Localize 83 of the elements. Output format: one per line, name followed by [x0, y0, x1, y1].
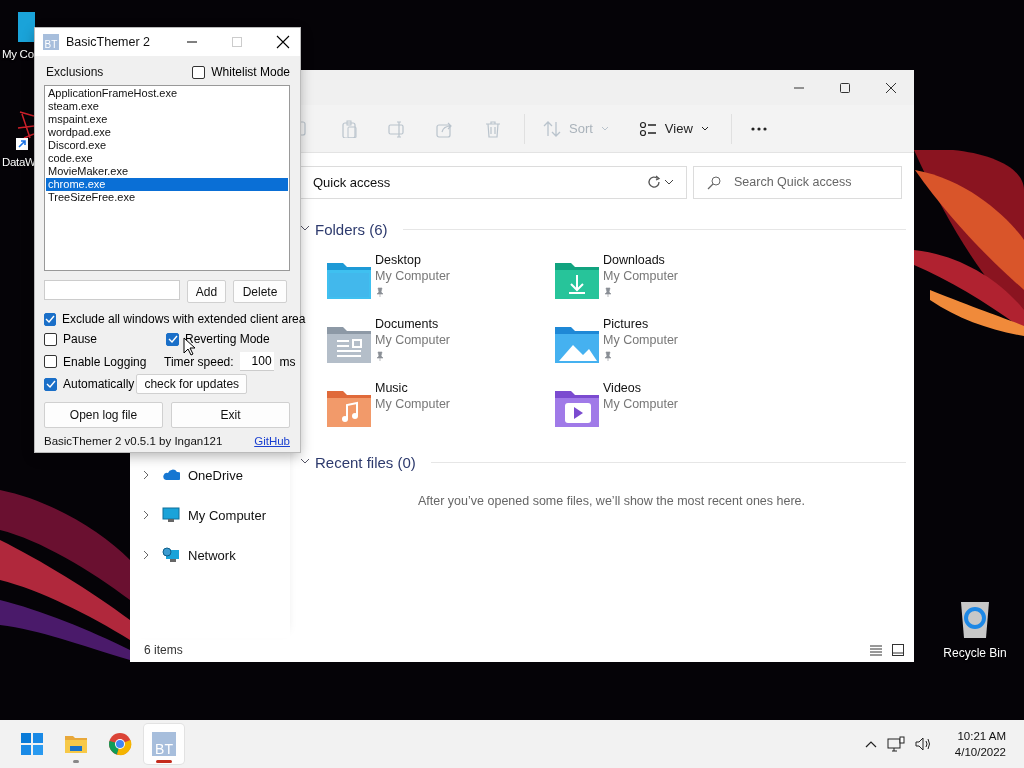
- chevron-right-icon[interactable]: [142, 470, 150, 480]
- network-icon[interactable]: [886, 736, 905, 752]
- exit-button[interactable]: Exit: [171, 402, 290, 428]
- list-item[interactable]: code.exe: [46, 152, 288, 165]
- shortcut-icon[interactable]: [14, 108, 34, 152]
- nav-item[interactable]: OneDrive: [130, 455, 290, 495]
- status-text: 6 items: [144, 643, 184, 657]
- checkbox[interactable]: [44, 312, 56, 326]
- section-title: Recent files (0): [315, 453, 416, 471]
- folder-tile[interactable]: Videos My Computer: [553, 380, 781, 444]
- caret-icon: [700, 125, 709, 132]
- close-icon[interactable]: [885, 81, 897, 94]
- list-item[interactable]: mspaint.exe: [46, 113, 288, 126]
- list-item[interactable]: MovieMaker.exe: [46, 165, 288, 178]
- checkbox[interactable]: [192, 65, 206, 79]
- check-updates-button[interactable]: check for updates: [136, 374, 248, 394]
- checkbox-label[interactable]: Enable Logging: [63, 354, 147, 369]
- section-title: Folders (6): [315, 220, 388, 238]
- view-button[interactable]: View: [638, 119, 709, 138]
- checkbox[interactable]: [44, 332, 57, 346]
- folder-tile[interactable]: Pictures My Computer: [553, 316, 781, 380]
- tiles-view-icon[interactable]: [892, 644, 904, 656]
- details-view-icon[interactable]: [870, 644, 882, 656]
- version-text: BasicThemer 2 v0.5.1 by Ingan121: [44, 435, 223, 447]
- sort-icon: [543, 119, 561, 138]
- network-icon: [162, 546, 180, 564]
- search-field[interactable]: Search Quick access: [693, 165, 902, 199]
- chevron-right-icon[interactable]: [142, 550, 150, 560]
- checkbox-label[interactable]: Reverting Mode: [185, 332, 270, 346]
- list-item[interactable]: chrome.exe: [46, 178, 288, 191]
- section-label: Exclusions: [45, 65, 104, 79]
- monitor-icon[interactable]: [18, 10, 35, 44]
- nav-item[interactable]: My Computer: [130, 495, 290, 535]
- close-icon[interactable]: [276, 35, 290, 49]
- clock-date[interactable]: 4/10/2022: [954, 744, 1006, 760]
- add-button[interactable]: Add: [187, 280, 226, 303]
- chevron-down-icon[interactable]: [664, 179, 674, 185]
- text-field[interactable]: [44, 280, 180, 300]
- list-item[interactable]: TreeSizeFree.exe: [46, 191, 288, 204]
- checkbox[interactable]: [44, 355, 57, 368]
- app-logo: BT: [43, 34, 59, 50]
- checkbox-label[interactable]: Automatically: [63, 377, 135, 391]
- number-field[interactable]: 100: [239, 352, 274, 371]
- window-title: BasicThemer 2: [66, 35, 152, 49]
- github-link[interactable]: GitHub: [254, 435, 290, 447]
- chevron-down-icon[interactable]: [300, 458, 310, 466]
- windows-logo-icon: [20, 732, 44, 756]
- list-item[interactable]: ApplicationFrameHost.exe: [46, 87, 288, 100]
- chevron-right-icon[interactable]: [142, 510, 150, 520]
- folder-tile[interactable]: Documents My Computer: [325, 316, 553, 380]
- empty-message: After you’ve opened some files, we’ll show the most recent ones here.: [418, 494, 806, 508]
- caret-icon: [600, 125, 609, 132]
- desktop-icon-label[interactable]: Recycle Bin: [943, 646, 1007, 660]
- clock-time[interactable]: 10:21 AM: [957, 728, 1006, 744]
- view-icon: [638, 119, 657, 138]
- maximize-icon[interactable]: [839, 81, 851, 94]
- timer-label: Timer speed:: [164, 354, 234, 369]
- speaker-icon[interactable]: [914, 736, 933, 752]
- folder-tile[interactable]: Desktop My Computer: [325, 252, 553, 316]
- checkbox-label[interactable]: Pause: [63, 332, 98, 346]
- folder-tile[interactable]: Downloads My Computer: [553, 252, 781, 316]
- refresh-icon[interactable]: [647, 175, 661, 189]
- browser-icon: [108, 732, 132, 756]
- list-item[interactable]: Discord.exe: [46, 139, 288, 152]
- exclusion-list[interactable]: ApplicationFrameHost.exe steam.exe mspaint.exe wordpad.exe Discord.exe code.exe MovieMaker.exe chrome.exe TreeSizeFree.exe: [44, 85, 290, 271]
- monitor-icon: [162, 506, 180, 524]
- unit-label: ms: [279, 354, 296, 369]
- address-bar[interactable]: Quick access: [300, 165, 687, 199]
- desktop-icon-label[interactable]: My Co: [2, 48, 34, 60]
- folder-tile[interactable]: Music My Computer: [325, 380, 553, 444]
- checkbox-label[interactable]: Whitelist Mode: [211, 65, 290, 79]
- list-item[interactable]: wordpad.exe: [46, 126, 288, 139]
- checkbox-label[interactable]: Exclude all windows with extended client area: [62, 312, 306, 326]
- nav-item[interactable]: Network: [130, 535, 290, 575]
- delete-button[interactable]: Delete: [233, 280, 287, 303]
- more-icon[interactable]: [749, 125, 768, 132]
- chevron-up-icon[interactable]: [864, 740, 877, 748]
- checkbox[interactable]: [44, 377, 57, 391]
- open-log-button[interactable]: Open log file: [44, 402, 163, 428]
- list-item[interactable]: steam.exe: [46, 100, 288, 113]
- checkbox[interactable]: [166, 332, 179, 346]
- search-icon: [707, 175, 721, 190]
- desktop-icon-label[interactable]: DataW: [2, 156, 36, 168]
